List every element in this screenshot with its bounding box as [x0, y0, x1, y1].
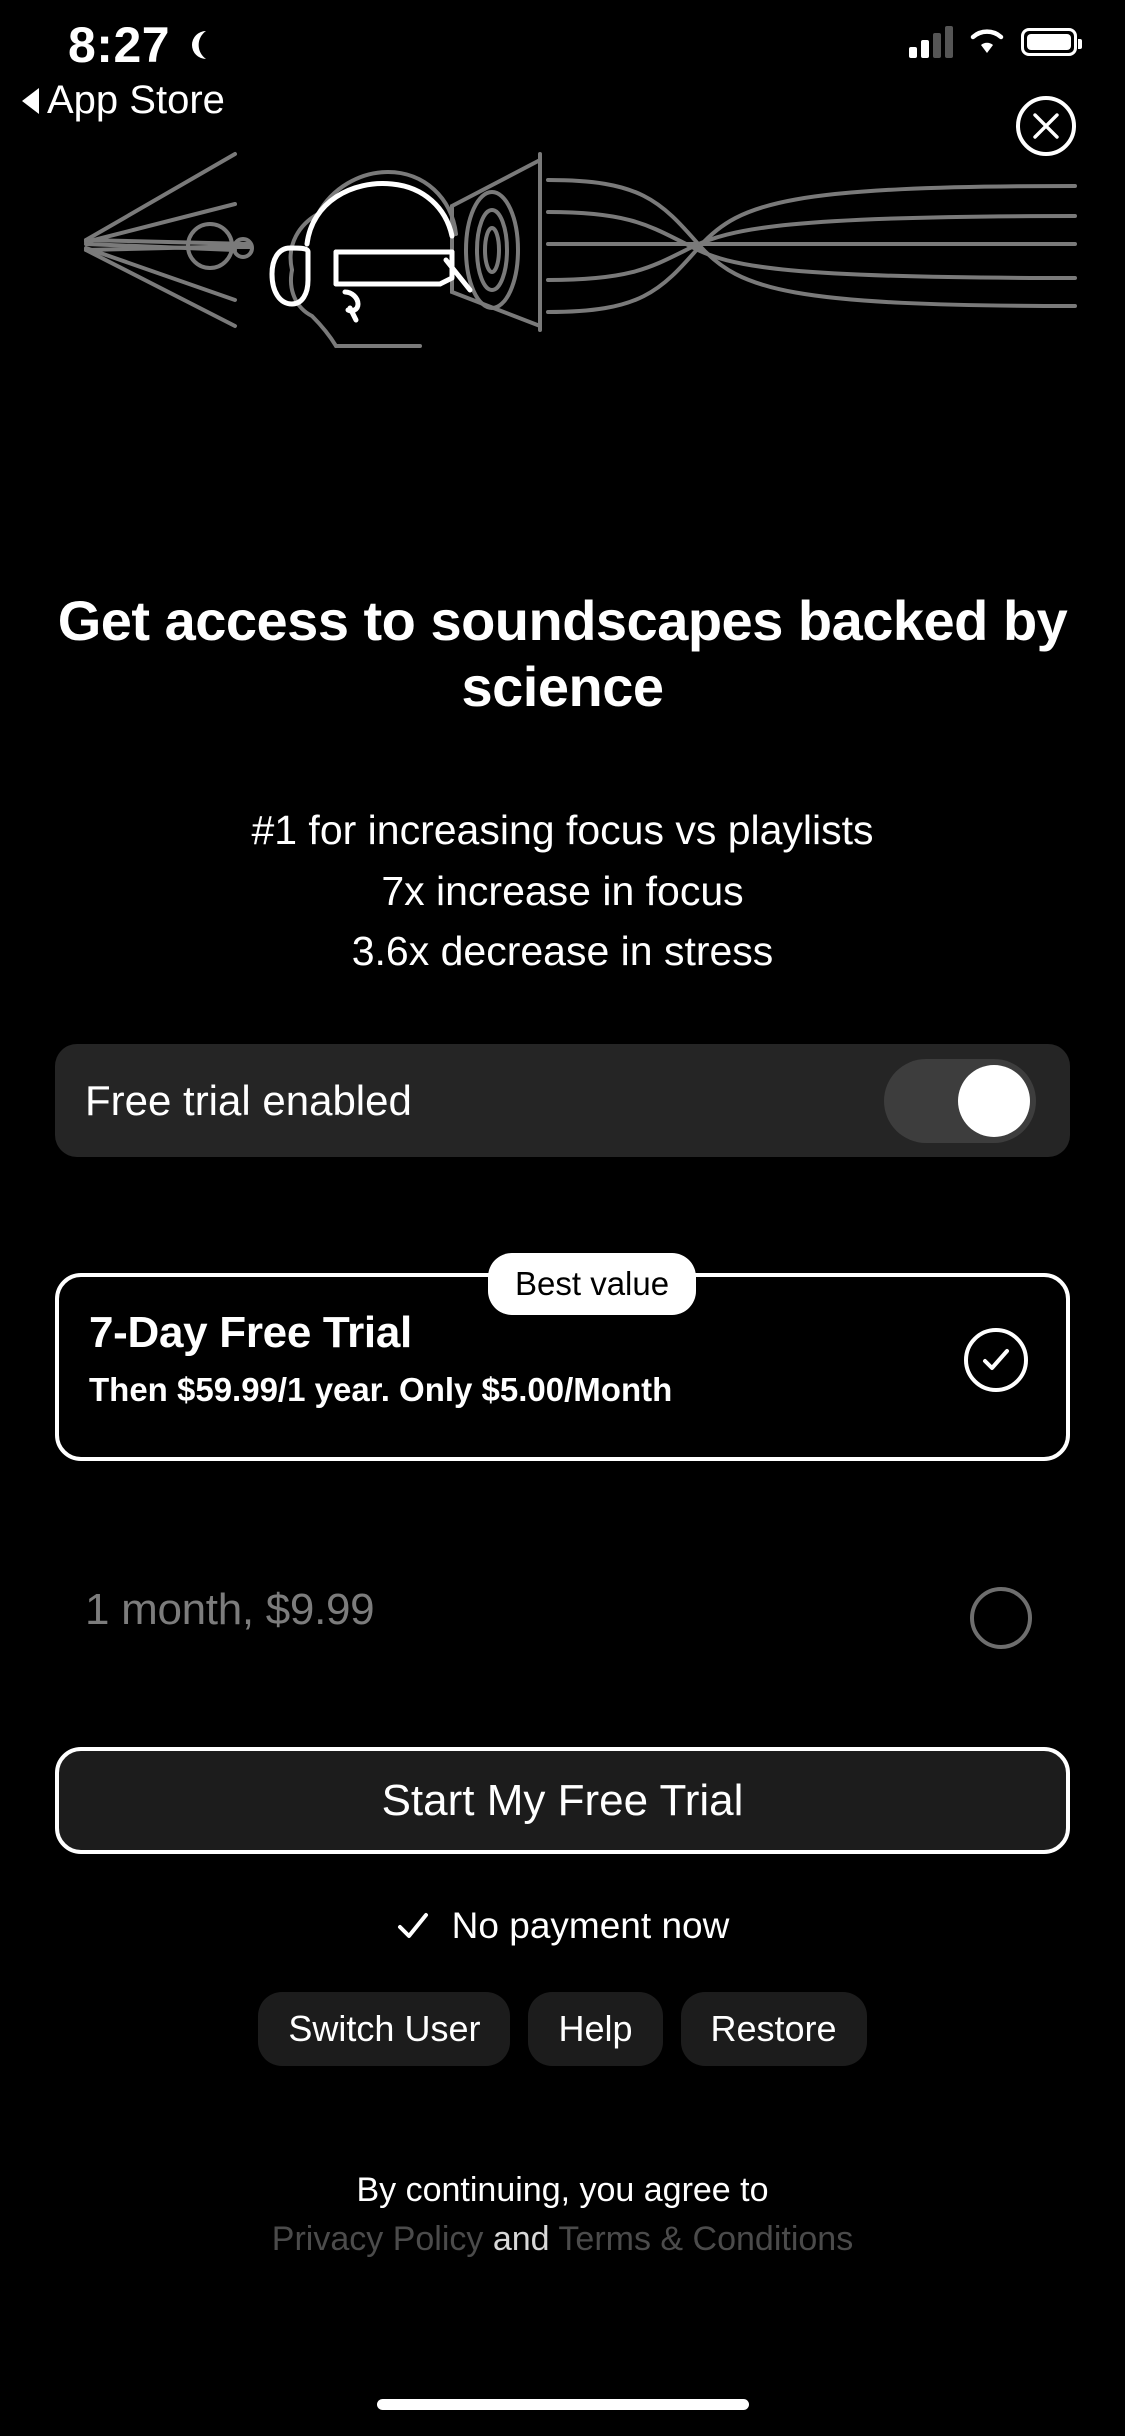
no-payment-now-note: No payment now — [0, 1905, 1125, 1947]
benefit-item: #1 for increasing focus vs playlists — [251, 807, 874, 853]
check-circle-icon — [983, 1349, 1009, 1370]
legal-links-row: Privacy Policy and Terms & Conditions — [0, 2217, 1125, 2262]
legal-footer: By continuing, you agree to Privacy Poli… — [0, 2168, 1125, 2262]
back-triangle-icon — [22, 87, 39, 114]
hero-illustration — [84, 152, 1077, 348]
benefits-list: #1 for increasing focus vs playlists 7x … — [55, 800, 1070, 982]
wifi-icon — [970, 29, 1004, 53]
page-headline: Get access to soundscapes backed by scie… — [57, 589, 1068, 719]
best-value-badge: Best value — [488, 1253, 697, 1315]
status-bar-indicators — [909, 26, 1082, 58]
status-bar-time: 8:27 — [68, 17, 171, 73]
free-trial-toggle-row[interactable]: Free trial enabled — [55, 1044, 1070, 1157]
battery-icon — [1021, 28, 1082, 56]
help-label: Help — [558, 2008, 633, 2049]
plan-annual-subtitle: Then $59.99/1 year. Only $5.00/Month — [89, 1371, 673, 1408]
benefit-item: 3.6x decrease in stress — [351, 928, 774, 975]
plan-option-monthly[interactable]: 1 month, $9.99 — [55, 1585, 1070, 1661]
restore-button[interactable]: Restore — [680, 1992, 867, 2066]
footer-button-group: Switch User Help Restore — [0, 1992, 1125, 2066]
plan-monthly-radio-unselected[interactable] — [970, 1587, 1032, 1649]
plan-annual-radio-selected[interactable] — [964, 1328, 1028, 1392]
legal-agreement-text: By continuing, you agree to — [356, 2171, 769, 2209]
benefit-item: 7x increase in focus — [381, 867, 744, 914]
start-free-trial-button[interactable]: Start My Free Trial — [55, 1747, 1070, 1854]
start-free-trial-label: Start My Free Trial — [381, 1775, 744, 1825]
no-payment-now-label: No payment now — [451, 1905, 730, 1946]
back-to-app-store-label: App Store — [47, 78, 225, 122]
toggle-knob — [958, 1064, 1030, 1137]
switch-user-button[interactable]: Switch User — [258, 1992, 511, 2066]
home-indicator[interactable] — [376, 2399, 749, 2410]
privacy-policy-link[interactable]: Privacy Policy — [272, 2220, 484, 2258]
plan-monthly-title: 1 month, $9.99 — [85, 1585, 375, 1634]
back-to-app-store-link[interactable]: App Store — [22, 78, 225, 123]
crescent-moon-icon — [192, 31, 207, 59]
cellular-signal-icon — [909, 26, 953, 58]
switch-user-label: Switch User — [288, 2008, 481, 2049]
legal-and-word: and — [492, 2219, 550, 2258]
status-bar-time-group: 8:27 — [68, 16, 216, 74]
help-button[interactable]: Help — [528, 1992, 663, 2066]
close-x-icon — [1033, 113, 1059, 139]
check-icon — [397, 1913, 428, 1938]
restore-label: Restore — [710, 2008, 837, 2049]
free-trial-toggle-switch[interactable] — [884, 1058, 1036, 1143]
plan-annual-title: 7-Day Free Trial — [89, 1308, 412, 1357]
terms-conditions-link[interactable]: Terms & Conditions — [558, 2220, 853, 2258]
free-trial-toggle-label: Free trial enabled — [85, 1076, 412, 1124]
